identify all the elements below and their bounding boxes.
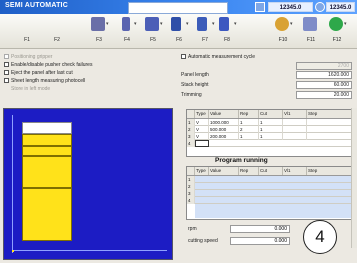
sheet2-icon [197, 17, 207, 31]
table-row[interactable]: 1 V 1000.000 1 1 [187, 119, 352, 126]
program-running-title: Program running [215, 157, 268, 164]
cut-table: Type Value Rep Cut Vl1 Step 1 V 1000.000… [186, 109, 353, 157]
trimming-label: Trimming [181, 92, 202, 98]
trim-block [22, 122, 72, 134]
x-axis-line [12, 250, 167, 251]
option-photocell[interactable]: Sheet length measuring photocell [4, 78, 85, 85]
disabled-value-field: 2700 [296, 62, 352, 70]
table-row: 4 [187, 197, 352, 204]
cutting-speed-value: 0.000 [230, 237, 290, 245]
table-row[interactable]: 3 V 200.000 1 1 [187, 133, 352, 140]
f8-button[interactable]: ▾ F8 [214, 16, 244, 46]
person-icon [275, 17, 289, 31]
checkbox[interactable] [4, 70, 9, 76]
list-icon [171, 17, 181, 31]
panel-stack [22, 122, 72, 241]
panel-block [22, 146, 72, 156]
saw-icon [145, 17, 159, 31]
panel-block [22, 188, 72, 241]
table-row: 3 [187, 190, 352, 197]
params-panel: Automatic measurement cycle 2700 Panel l… [176, 51, 354, 103]
f3-button[interactable]: ▾ F3 [86, 16, 116, 46]
title-bar: SEMI AUTOMATIC 12345.0 12345.0 [0, 0, 357, 14]
auto-cycle-option[interactable]: Automatic measurement cycle [181, 53, 255, 61]
sheet-icon [122, 17, 130, 31]
origin-marker [12, 250, 14, 252]
table-header: Type Value Rep Cut Vl1 Step [187, 110, 352, 119]
panel-length-label: Panel length [181, 72, 209, 78]
start-icon [329, 17, 343, 31]
speed-icon[interactable] [315, 2, 325, 12]
table-row[interactable]: 2 V 500.000 2 1 [187, 126, 352, 133]
position-value-2: 12345.0 [326, 2, 355, 12]
stack-height-label: Stack height [181, 82, 209, 88]
running-table: Type Value Rep Cut Vl1 Step 1 2 3 4 [186, 166, 353, 220]
y-axis-line [12, 115, 13, 253]
step-number-badge: 4 [303, 220, 337, 254]
app-window: SEMI AUTOMATIC 12345.0 12345.0 F1 F2 ▾ F… [0, 0, 357, 263]
checkbox[interactable] [4, 62, 9, 68]
option-eject-panel[interactable]: Eject the panel after last cut [4, 70, 73, 77]
status-field [128, 2, 228, 14]
panel-block [22, 156, 72, 188]
option-pusher-check[interactable]: Enable/disable pusher check failures [4, 62, 92, 69]
option-left-mode[interactable]: Store in left mode [4, 86, 50, 93]
f10-button[interactable]: ▾ F10 [270, 16, 300, 46]
grid-icon[interactable] [255, 2, 265, 12]
window-title: SEMI AUTOMATIC [5, 2, 68, 9]
vertical-scrollbar[interactable] [351, 108, 357, 248]
tools-icon [91, 17, 105, 31]
table-row: 1 [187, 176, 352, 183]
stack-height-input[interactable]: 60.000 [296, 81, 352, 89]
table-row[interactable]: 4 [187, 140, 352, 147]
function-toolbar: F1 F2 ▾ F3 ▾ F4 ▾ F5 ▾ F6 ▾ F7 ▾ F8 ▾ F1… [0, 14, 357, 49]
panel-block [22, 134, 72, 146]
options-panel: Positioning gripper Enable/disable pushe… [2, 51, 174, 99]
rpm-value: 0.000 [230, 225, 290, 233]
option-positioning-gripper[interactable]: Positioning gripper [4, 54, 52, 61]
position-value-1: 12345.0 [268, 2, 313, 12]
f12-button[interactable]: ▾ F12 [324, 16, 354, 46]
panel-length-input[interactable]: 1620.000 [296, 71, 352, 79]
checkbox[interactable] [181, 54, 186, 60]
checkbox[interactable] [4, 54, 9, 60]
rpm-label: rpm [188, 226, 197, 232]
f2-button[interactable]: F2 [44, 16, 74, 46]
cutting-speed-label: cutting speed [188, 238, 218, 244]
table-row: 2 [187, 183, 352, 190]
stack-icon [219, 17, 229, 31]
table-header: Type Value Rep Cut Vl1 Step [187, 167, 352, 176]
checkbox[interactable] [4, 78, 9, 84]
cut-preview [3, 108, 173, 260]
return-icon [303, 17, 317, 31]
trimming-input[interactable]: 20.000 [296, 91, 352, 99]
f1-button[interactable]: F1 [14, 16, 44, 46]
